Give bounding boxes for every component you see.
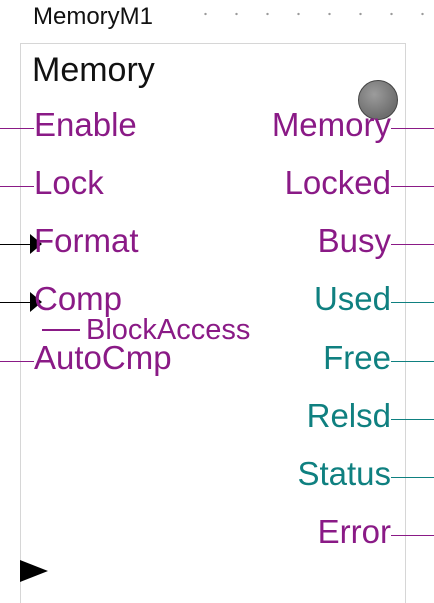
annotation-line [42,329,80,331]
annotation-label: BlockAccess [86,314,251,346]
input-pin-enable[interactable]: Enable [34,105,137,145]
input-pin-format[interactable]: Format [34,221,139,261]
block-corner-marker-icon [20,560,48,582]
output-pin-memory[interactable]: Memory [272,105,391,145]
output-pin-status[interactable]: Status [297,454,391,494]
output-wire-relsd[interactable] [391,419,434,420]
input-wire-enable[interactable] [0,128,34,129]
input-wire-autocmp[interactable] [0,361,34,362]
output-pin-relsd[interactable]: Relsd [307,396,391,436]
output-pin-used[interactable]: Used [314,279,391,319]
output-wire-status[interactable] [391,477,434,478]
output-wire-free[interactable] [391,361,434,362]
instance-name: MemoryM1 [33,3,154,30]
block-title: Memory [32,51,155,89]
output-pin-busy[interactable]: Busy [318,221,391,261]
output-pin-error[interactable]: Error [318,512,391,552]
input-pin-lock[interactable]: Lock [34,163,104,203]
input-wire-lock[interactable] [0,186,34,187]
output-wire-error[interactable] [391,535,434,536]
grid-dots [190,0,430,28]
input-wire-comp[interactable] [0,302,34,303]
output-wire-busy[interactable] [391,244,434,245]
input-wire-format[interactable] [0,244,34,245]
output-wire-memory[interactable] [391,128,434,129]
output-wire-locked[interactable] [391,186,434,187]
output-pin-free[interactable]: Free [323,338,391,378]
output-wire-used[interactable] [391,302,434,303]
output-pin-locked[interactable]: Locked [285,163,391,203]
